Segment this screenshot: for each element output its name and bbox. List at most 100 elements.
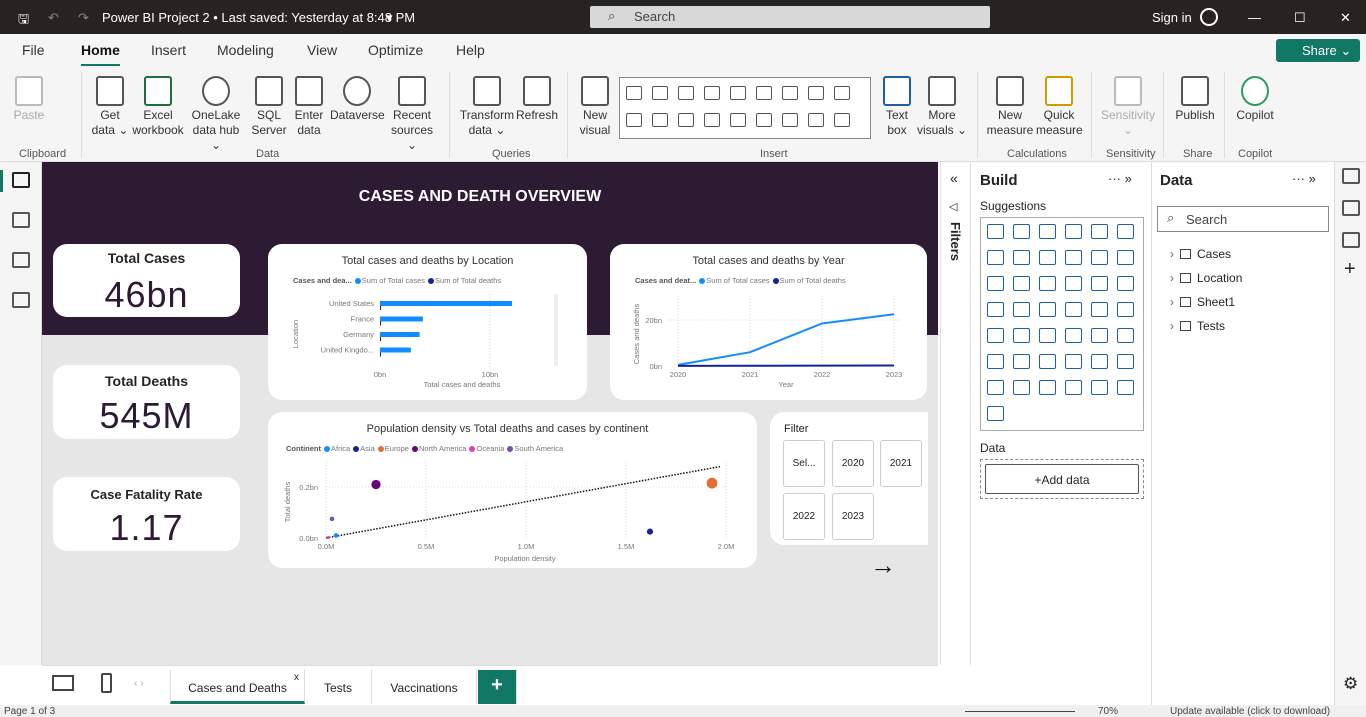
mobile-layout-icon[interactable] [101,673,112,693]
report-view-icon[interactable] [12,172,30,188]
table-sheet1[interactable]: Sheet1 [1170,295,1235,309]
excel-workbook-button[interactable]: Excel workbook [130,76,186,138]
visual-type-icon[interactable] [782,113,798,127]
copilot-button[interactable]: Copilot [1232,76,1278,123]
visual-suggestion-icon[interactable] [987,354,1004,369]
search-input[interactable]: ⌕ Search [590,6,990,28]
more-visuals-button[interactable]: More visuals ⌄ [916,76,968,138]
chevron-down-icon[interactable]: ▾ [386,10,393,26]
new-visual-button[interactable]: New visual [576,76,614,138]
visual-suggestion-icon[interactable] [1117,224,1134,239]
save-icon[interactable]: 🖫 [18,10,29,32]
slicer-item[interactable]: 2020 [832,440,874,487]
visual-suggestion-icon[interactable] [1065,250,1082,265]
file-title[interactable]: Power BI Project 2 • Last saved: Yesterd… [102,10,415,25]
visual-suggestion-icon[interactable] [1117,302,1134,317]
visuals-gallery[interactable] [619,77,871,139]
add-data-button[interactable]: +Add data [985,464,1139,494]
share-button[interactable]: Share ⌄ [1276,39,1360,62]
refresh-button[interactable]: Refresh [516,76,558,123]
quick-measure-button[interactable]: Quick measure [1036,76,1083,138]
paste-button[interactable]: Paste [10,76,48,123]
recent-sources-button[interactable]: Recent sources ⌄ [386,76,438,153]
visual-suggestion-icon[interactable] [1117,380,1134,395]
visual-suggestion-icon[interactable] [1039,224,1056,239]
line-chart-visual[interactable]: Total cases and deaths by Year Cases and… [610,244,927,400]
visual-suggestion-icon[interactable] [1013,302,1030,317]
page-tab-cases-and-deaths[interactable]: Cases and Deaths x [170,670,305,704]
update-link[interactable]: Update available (click to download) [1170,706,1330,717]
visual-suggestion-icon[interactable] [1039,302,1056,317]
visual-suggestion-icon[interactable] [1013,250,1030,265]
visual-type-icon[interactable] [834,113,850,127]
kpi-total-deaths[interactable]: Total Deaths 545M [53,365,240,439]
visual-type-icon[interactable] [782,86,798,100]
visual-suggestion-icon[interactable] [1039,380,1056,395]
more-options-icon[interactable]: ··· » [1108,171,1132,186]
expand-icon[interactable]: « [950,170,958,186]
model-view-icon[interactable] [12,252,30,268]
more-options-icon[interactable]: ··· » [1292,171,1316,186]
add-page-button[interactable]: + [478,670,517,704]
visual-suggestion-icon[interactable] [1065,302,1082,317]
enter-data-button[interactable]: Enter data [292,76,326,138]
visual-type-icon[interactable] [756,86,772,100]
visual-type-icon[interactable] [808,113,824,127]
visual-suggestion-icon[interactable] [1013,224,1030,239]
maximize-button[interactable]: ☐ [1294,10,1306,26]
visual-type-icon[interactable] [626,86,642,100]
visual-suggestion-icon[interactable] [1091,276,1108,291]
visual-suggestion-icon[interactable] [1065,380,1082,395]
get-data-button[interactable]: Get data ⌄ [90,76,130,138]
visual-suggestion-icon[interactable] [1117,328,1134,343]
visual-suggestion-icon[interactable] [987,276,1004,291]
visual-type-icon[interactable] [678,86,694,100]
tab-help[interactable]: Help [456,42,485,58]
visual-suggestion-icon[interactable] [1091,302,1108,317]
slicer-item[interactable]: 2022 [783,493,825,540]
visual-suggestion-icon[interactable] [987,328,1004,343]
table-cases[interactable]: Cases [1170,247,1231,261]
build-pane-icon[interactable] [1342,200,1360,216]
transform-data-button[interactable]: Transform data ⌄ [458,76,516,138]
settings-icon[interactable]: ⚙ [1343,674,1358,694]
visual-type-icon[interactable] [808,86,824,100]
close-button[interactable]: ✕ [1340,10,1351,26]
minimize-button[interactable]: — [1248,10,1261,25]
visual-type-icon[interactable] [704,113,720,127]
visual-suggestion-icon[interactable] [1065,224,1082,239]
visual-suggestion-icon[interactable] [1039,354,1056,369]
visual-suggestion-icon[interactable] [1065,354,1082,369]
table-view-icon[interactable] [12,212,30,228]
undo-icon[interactable]: ↶ [48,10,59,26]
zoom-slider[interactable] [965,711,1075,712]
new-measure-button[interactable]: New measure [984,76,1036,138]
scroll-tabs-icon[interactable]: ‹ › [134,678,143,689]
sensitivity-button[interactable]: Sensitivity ⌄ [1098,76,1158,138]
tab-insert[interactable]: Insert [151,42,186,58]
table-location[interactable]: Location [1170,271,1242,285]
scatter-chart-visual[interactable]: Population density vs Total deaths and c… [268,412,757,568]
format-pane-icon[interactable] [1342,232,1360,248]
kpi-total-cases[interactable]: Total Cases 46bn [53,244,240,317]
visual-suggestion-icon[interactable] [1117,276,1134,291]
visual-suggestion-icon[interactable] [987,250,1004,265]
close-tab-icon[interactable]: x [294,672,299,683]
bar-chart-visual[interactable]: Total cases and deaths by Location Cases… [268,244,587,400]
visual-suggestion-icon[interactable] [1091,224,1108,239]
sql-server-button[interactable]: SQL Server [250,76,288,138]
visual-suggestion-icon[interactable] [1039,328,1056,343]
visual-suggestion-icon[interactable] [1091,250,1108,265]
visual-type-icon[interactable] [730,113,746,127]
visual-suggestion-icon[interactable] [1091,354,1108,369]
visual-type-icon[interactable] [652,113,668,127]
tab-view[interactable]: View [307,42,337,58]
visual-suggestion-icon[interactable] [1065,328,1082,343]
visual-type-icon[interactable] [756,113,772,127]
visual-suggestion-icon[interactable] [987,380,1004,395]
kpi-case-fatality-rate[interactable]: Case Fatality Rate 1.17 [53,477,240,551]
visual-suggestion-icon[interactable] [1117,354,1134,369]
visual-suggestion-icon[interactable] [1013,354,1030,369]
data-search-input[interactable]: ⌕ Search [1157,206,1329,232]
visual-type-icon[interactable] [626,113,642,127]
